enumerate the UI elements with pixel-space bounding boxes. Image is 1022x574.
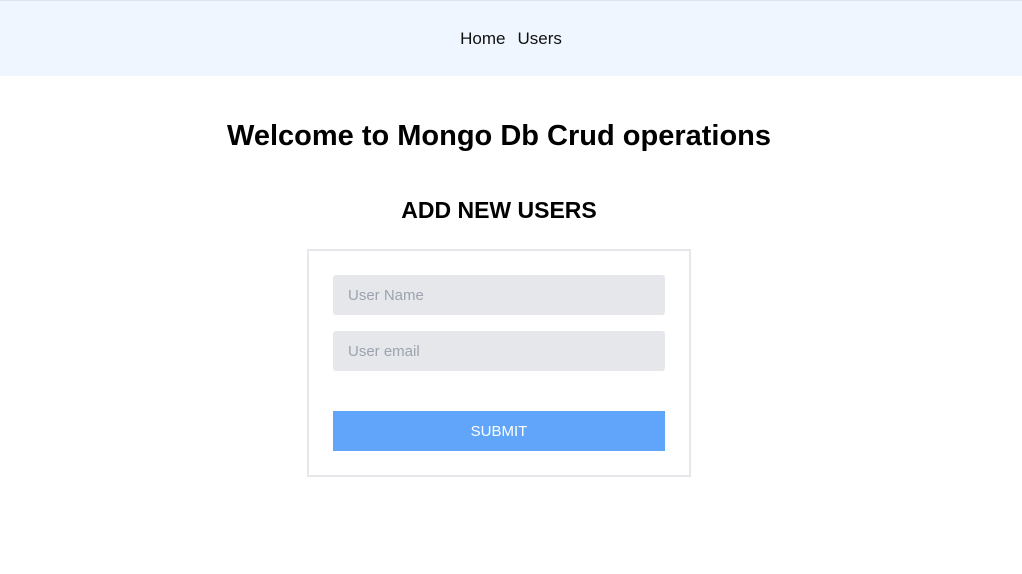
top-navbar: Home Users <box>0 0 1022 76</box>
page-title: Welcome to Mongo Db Crud operations <box>226 120 772 152</box>
section-title: ADD NEW USERS <box>401 197 597 223</box>
submit-button[interactable]: SUBMIT <box>333 411 665 451</box>
nav-link-users[interactable]: Users <box>517 29 561 49</box>
nav-link-home[interactable]: Home <box>460 29 505 49</box>
user-email-input[interactable] <box>333 331 665 371</box>
add-user-form: SUBMIT <box>307 249 691 477</box>
user-name-input[interactable] <box>333 275 665 315</box>
